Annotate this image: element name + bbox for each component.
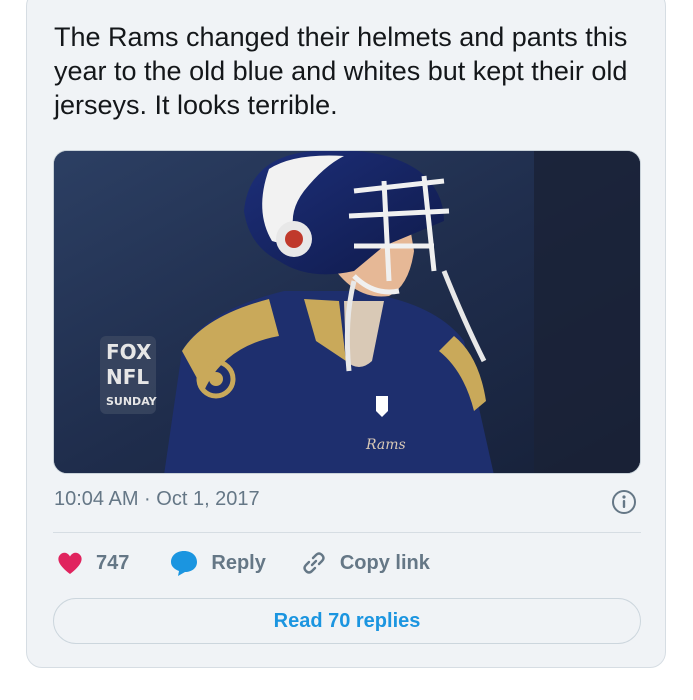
logo-line-3: SUNDAY (106, 395, 158, 408)
like-count: 747 (96, 551, 130, 574)
heart-icon (58, 552, 82, 574)
link-icon (303, 552, 325, 574)
info-icon[interactable] (611, 489, 637, 515)
jersey-wordmark: Rams (365, 437, 406, 453)
tweet-timestamp[interactable]: 10:04 AM · Oct 1, 2017 (54, 488, 260, 511)
reply-label: Reply (211, 551, 266, 574)
tweet-actions: 747 Reply Copy link (53, 543, 430, 583)
logo-line-2: NFL (106, 365, 149, 389)
tweet-media[interactable]: Rams FOX NFL SUNDAY (53, 150, 641, 474)
tweet-card: The Rams changed their helmets and pants… (26, 0, 666, 668)
read-replies-button[interactable]: Read 70 replies (53, 598, 641, 644)
media-image: Rams FOX NFL SUNDAY (54, 151, 640, 473)
logo-line-1: FOX (106, 340, 152, 364)
like-button[interactable]: 747 (56, 550, 129, 576)
copy-link-button[interactable]: Copy link (300, 549, 430, 577)
reply-bubble-icon (171, 551, 198, 576)
fox-nfl-sunday-logo: FOX NFL SUNDAY (100, 336, 158, 414)
tweet-text: The Rams changed their helmets and pants… (54, 22, 628, 120)
divider (53, 532, 641, 533)
reply-button[interactable]: Reply (169, 549, 266, 577)
copy-link-label: Copy link (339, 551, 430, 574)
